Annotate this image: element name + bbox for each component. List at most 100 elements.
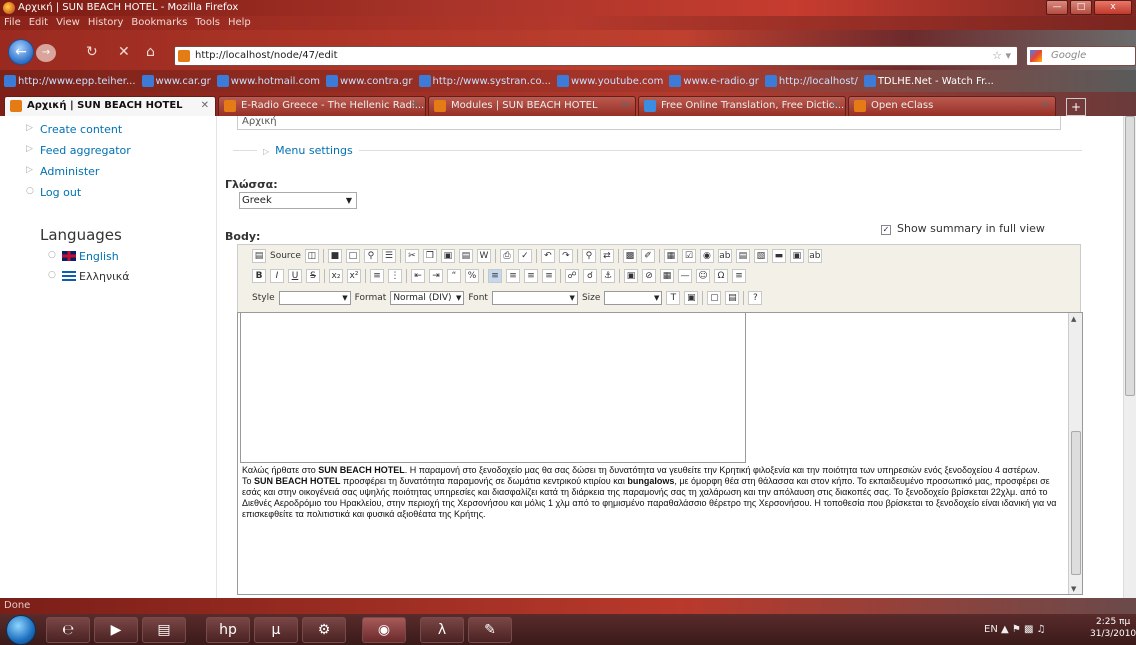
utorrent-icon[interactable]: μ (254, 617, 298, 643)
maximize-button[interactable]: □ (1070, 0, 1092, 15)
strike-icon[interactable]: S (306, 269, 320, 283)
tab-close-icon[interactable]: ✕ (411, 97, 419, 115)
tab-close-icon[interactable]: ✕ (1041, 97, 1049, 115)
paste-word-icon[interactable]: W (476, 249, 491, 263)
outdent-icon[interactable]: ⇤ (411, 269, 425, 283)
numbered-list-icon[interactable]: ≡ (370, 269, 384, 283)
menu-bookmarks[interactable]: Bookmarks (131, 16, 187, 30)
network-icon[interactable]: ⚙ (302, 617, 346, 643)
anchor-icon[interactable]: ⚓ (601, 269, 615, 283)
textfield-icon[interactable]: ab (717, 249, 732, 263)
special-char-icon[interactable]: Ω (714, 269, 728, 283)
folder-icon[interactable]: ▤ (142, 617, 186, 643)
sidebar-item-create-content[interactable]: ▷ Create content (26, 123, 122, 136)
style-dropdown[interactable]: ▼ (278, 291, 351, 305)
bookmark-star-icon[interactable]: ☆ ▾ (992, 47, 1011, 65)
sidebar-item-administer[interactable]: ▷ Administer (26, 165, 99, 178)
image-button-icon[interactable]: ▣ (789, 249, 804, 263)
tab-close-icon[interactable]: ✕ (831, 97, 839, 115)
tab-modules[interactable]: Modules | SUN BEACH HOTEL ✕ (428, 96, 636, 116)
address-bar[interactable]: http://localhost/node/47/edit ☆ ▾ (174, 46, 1018, 66)
hp-icon[interactable]: hp (206, 617, 250, 643)
language-select[interactable]: Greek ▼ (239, 192, 357, 209)
align-center-icon[interactable]: ≡ (506, 269, 520, 283)
search-box[interactable]: Google (1026, 46, 1136, 66)
remove-format-icon[interactable]: ✐ (640, 249, 655, 263)
tab-home[interactable]: Αρχική | SUN BEACH HOTEL ✕ (4, 96, 216, 117)
menu-tools[interactable]: Tools (195, 16, 220, 30)
select-all-icon[interactable]: ▩ (622, 249, 637, 263)
scroll-up-icon[interactable]: ▲ (1071, 315, 1076, 323)
new-tab-button[interactable]: + (1066, 98, 1086, 116)
format-dropdown[interactable]: Normal (DIV) ▼ (390, 291, 465, 305)
sidebar-item-feed-aggregator[interactable]: ▷ Feed aggregator (26, 144, 131, 157)
summary-option[interactable]: ✓ Show summary in full view (881, 222, 1045, 235)
image-icon[interactable]: ▣ (624, 269, 638, 283)
input-language[interactable]: EN (984, 624, 998, 635)
textarea-icon[interactable]: ▤ (735, 249, 750, 263)
paste-text-icon[interactable]: ▤ (458, 249, 473, 263)
save-icon[interactable]: ■ (327, 249, 342, 263)
subscript-icon[interactable]: x₂ (329, 269, 343, 283)
bulleted-list-icon[interactable]: ⋮ (388, 269, 402, 283)
tab-eradio[interactable]: E-Radio Greece - The Hellenic Radi... ✕ (218, 96, 426, 116)
media-player-icon[interactable]: ▶ (94, 617, 138, 643)
sidebar-item-log-out[interactable]: ○ Log out (26, 186, 81, 199)
close-button[interactable]: x (1094, 0, 1132, 15)
summary-checkbox[interactable]: ✓ (881, 225, 891, 235)
redo-icon[interactable]: ↷ (558, 249, 573, 263)
menu-help[interactable]: Help (228, 16, 251, 30)
help-icon[interactable]: ? (748, 291, 763, 305)
preview-icon[interactable]: ◫ (304, 249, 319, 263)
underline-icon[interactable]: U (288, 269, 302, 283)
bookmark-item[interactable]: www.hotmail.com (216, 75, 320, 87)
blockquote-icon[interactable]: “ (447, 269, 461, 283)
indent-icon[interactable]: ⇥ (429, 269, 443, 283)
menu-history[interactable]: History (88, 16, 124, 30)
paint-icon[interactable]: ✎ (468, 617, 512, 643)
radio-icon[interactable]: ◉ (699, 249, 714, 263)
justify-icon[interactable]: ≡ (542, 269, 556, 283)
bookmark-item[interactable]: http://localhost/ (764, 75, 858, 87)
select-field-icon[interactable]: ▧ (753, 249, 768, 263)
stop-icon[interactable]: ✕ (118, 44, 130, 60)
form-icon[interactable]: ▦ (663, 249, 678, 263)
undo-icon[interactable]: ↶ (540, 249, 555, 263)
minimize-button[interactable]: — (1046, 0, 1068, 15)
smiley-icon[interactable]: ☺ (696, 269, 710, 283)
show-blocks-icon[interactable]: ▤ (725, 291, 740, 305)
link-icon[interactable]: ☍ (565, 269, 579, 283)
text-color-icon[interactable]: T (666, 291, 681, 305)
find-icon[interactable]: ⚲ (581, 249, 596, 263)
bookmark-item[interactable]: www.contra.gr (325, 75, 413, 87)
new-page-icon[interactable]: □ (345, 249, 360, 263)
source-icon[interactable]: ▤ (252, 249, 266, 263)
acrobat-icon[interactable]: λ (420, 617, 464, 643)
editor-scrollbar[interactable]: ▲ ▼ (1068, 313, 1082, 594)
editor-scroll-thumb[interactable] (1071, 431, 1081, 575)
start-button[interactable] (6, 615, 36, 645)
bookmark-item[interactable]: www.car.gr (141, 75, 211, 87)
menu-file[interactable]: File (4, 16, 21, 30)
horizontal-rule-icon[interactable]: — (678, 269, 692, 283)
checkbox-icon[interactable]: ☑ (681, 249, 696, 263)
print-preview-icon[interactable]: ⚲ (363, 249, 378, 263)
flash-icon[interactable]: ⊘ (642, 269, 656, 283)
menu-view[interactable]: View (56, 16, 80, 30)
replace-icon[interactable]: ⇄ (599, 249, 614, 263)
tab-eclass[interactable]: Open eClass ✕ (848, 96, 1056, 116)
templates-icon[interactable]: ☰ (381, 249, 396, 263)
bookmark-item[interactable]: www.youtube.com (556, 75, 663, 87)
page-scrollbar[interactable] (1123, 116, 1136, 598)
superscript-icon[interactable]: x² (347, 269, 361, 283)
tray-icons[interactable]: ▲ ⚑ ▩ ♫ (1001, 624, 1046, 635)
tab-translation[interactable]: Free Online Translation, Free Dictio... ✕ (638, 96, 846, 116)
body-editor[interactable]: Καλώς ήρθατε στο SUN BEACH HOTEL. Η παρα… (237, 312, 1083, 595)
italic-icon[interactable]: I (270, 269, 284, 283)
forward-button[interactable]: → (36, 44, 56, 62)
language-greek[interactable]: ○ Ελληνικά (48, 270, 130, 283)
firefox-taskbar-icon[interactable]: ◉ (362, 617, 406, 643)
ie-icon[interactable]: ℮ (46, 617, 90, 643)
spellcheck-icon[interactable]: ✓ (517, 249, 532, 263)
copy-icon[interactable]: ❐ (422, 249, 437, 263)
